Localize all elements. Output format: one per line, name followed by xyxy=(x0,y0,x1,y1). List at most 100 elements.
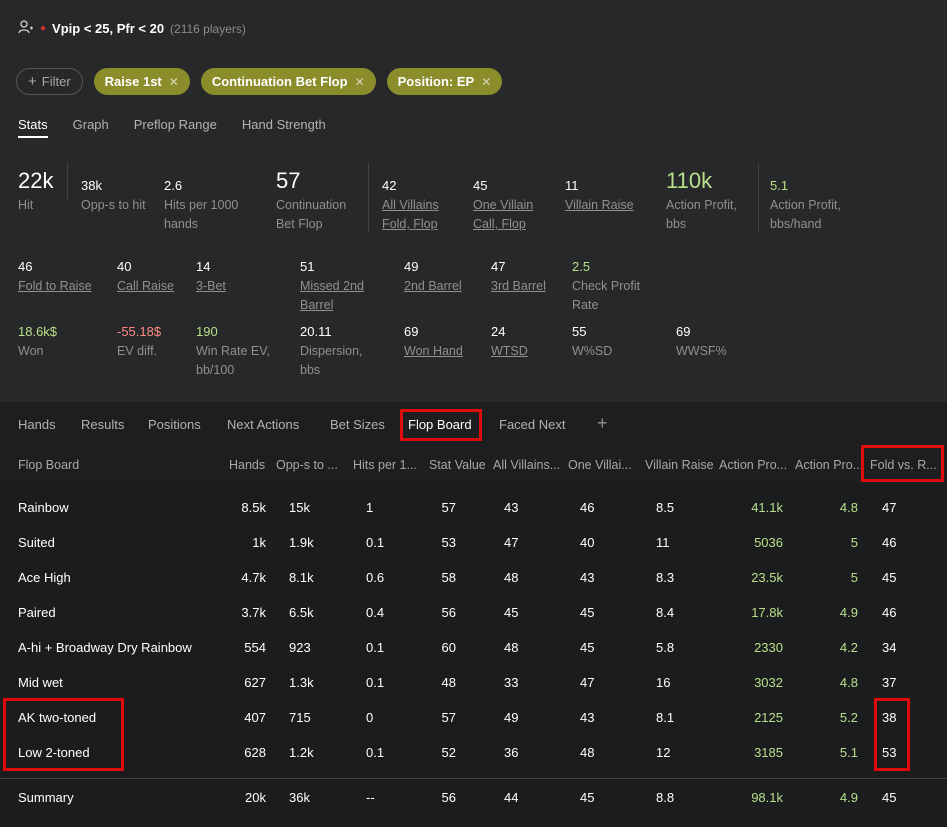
players-icon[interactable] xyxy=(18,20,34,37)
table-row[interactable]: A-hi + Broadway Dry Rainbow 554 923 0.1 60 48… xyxy=(0,630,947,665)
row-label: Suited xyxy=(18,535,55,550)
table-cell: 15k xyxy=(289,500,310,515)
stat-3-bet[interactable]: 14 3-Bet xyxy=(196,259,256,296)
row-label: A-hi + Broadway Dry Rainbow xyxy=(18,640,192,655)
stat-all-villains-fold[interactable]: 42 All Villains Fold, Flop xyxy=(382,178,462,234)
chip-position-ep[interactable]: Position: EP ✕ xyxy=(386,68,503,95)
summary-row[interactable]: Summary 20k 36k -- 56 44 45 8.8 98.1k 4.9 45 xyxy=(0,780,947,815)
table-cell: 8.8 xyxy=(656,790,675,805)
table-cell: 0.6 xyxy=(366,570,385,585)
table-cell: 1.2k xyxy=(289,745,314,760)
tab-hand-strength[interactable]: Hand Strength xyxy=(242,117,326,138)
table-cell: 4.9 xyxy=(839,790,858,805)
table-row[interactable]: Suited 1k 1.9k 0.1 53 47 40 11 5036 5 46 xyxy=(0,525,947,560)
table-cell: 627 xyxy=(244,675,266,690)
tab-positions[interactable]: Positions xyxy=(148,417,201,432)
table-cell: 49 xyxy=(504,710,519,725)
col-one-villain[interactable]: One Villai... xyxy=(568,458,632,472)
stat-ev-diff: -55.18$ EV diff. xyxy=(117,324,162,358)
stat-missed-2nd-barrel[interactable]: 51 Missed 2nd Barrel xyxy=(300,259,380,315)
tab-stats[interactable]: Stats xyxy=(18,117,48,138)
table-cell: 4.2 xyxy=(839,640,858,655)
table-cell: 1.3k xyxy=(289,675,314,690)
tab-next-actions[interactable]: Next Actions xyxy=(227,417,299,432)
table-cell: 554 xyxy=(244,640,266,655)
table-row[interactable]: AK two-toned 407 715 0 57 49 43 8.1 2125 5.2 38 xyxy=(0,700,947,735)
table-cell: 36 xyxy=(504,745,519,760)
tab-faced-next[interactable]: Faced Next xyxy=(499,417,565,432)
table-cell: 1 xyxy=(366,500,374,515)
table-cell: 923 xyxy=(289,640,311,655)
col-hands[interactable]: Hands xyxy=(229,458,265,472)
table-cell: 40 xyxy=(580,535,595,550)
table-cell: 44 xyxy=(504,790,519,805)
table-cell: 2125 xyxy=(754,710,783,725)
table-cell: 43 xyxy=(580,710,595,725)
highlight-box xyxy=(861,445,944,482)
stat-wwsf: 69 WWSF% xyxy=(676,324,727,358)
col-action-profit-hand[interactable]: Action Pro... xyxy=(795,458,863,472)
summary-divider xyxy=(0,778,947,779)
table-cell: 3032 xyxy=(754,675,783,690)
stat-villain-raise[interactable]: 11 Villain Raise xyxy=(565,178,655,215)
table-cell: 0.1 xyxy=(366,640,385,655)
table-cell: 1k xyxy=(252,535,266,550)
stat-3rd-barrel[interactable]: 47 3rd Barrel xyxy=(491,259,566,296)
table-row[interactable]: Low 2-toned 628 1.2k 0.1 52 36 48 12 3185 5.1 53 xyxy=(0,735,947,770)
table-row[interactable]: Ace High 4.7k 8.1k 0.6 58 48 43 8.3 23.5k 5 45 xyxy=(0,560,947,595)
tab-results[interactable]: Results xyxy=(81,417,124,432)
stat-check-profit-rate: 2.5 Check Profit Rate xyxy=(572,259,641,312)
close-icon[interactable]: ✕ xyxy=(169,75,179,89)
tab-hands[interactable]: Hands xyxy=(18,417,56,432)
table-row[interactable]: Mid wet 627 1.3k 0.1 48 33 47 16 3032 4.8 37 xyxy=(0,665,947,700)
col-action-profit[interactable]: Action Pro... xyxy=(719,458,787,472)
stat-wtsd[interactable]: 24 WTSD xyxy=(491,324,566,361)
table-cell: 3.7k xyxy=(241,605,266,620)
status-dot-icon: ● xyxy=(40,23,47,34)
highlight-box xyxy=(874,698,910,771)
stat-fold-to-raise[interactable]: 46 Fold to Raise xyxy=(18,259,103,296)
table-cell: 46 xyxy=(580,500,595,515)
close-icon[interactable]: ✕ xyxy=(481,75,491,89)
stat-opps-to-hit: 38k Opp-s to hit xyxy=(81,178,146,212)
table-cell: 5.2 xyxy=(839,710,858,725)
table-cell: 36k xyxy=(289,790,310,805)
add-filter-button[interactable]: + Filter xyxy=(16,68,83,95)
table-cell: 52 xyxy=(441,745,456,760)
stat-cbet-flop: 57 Continuation Bet Flop xyxy=(276,168,347,231)
table-cell: 20k xyxy=(245,790,266,805)
highlight-box xyxy=(3,698,124,771)
stat-hit: 22k Hit xyxy=(18,168,54,212)
table-cell: 5.1 xyxy=(839,745,858,760)
table-cell: 5 xyxy=(850,570,858,585)
col-stat-value[interactable]: Stat Value xyxy=(429,458,486,472)
tab-graph[interactable]: Graph xyxy=(73,117,109,138)
table-cell: 46 xyxy=(882,535,897,550)
tab-preflop-range[interactable]: Preflop Range xyxy=(134,117,217,138)
stats-tabs: Stats Graph Preflop Range Hand Strength xyxy=(18,117,326,138)
player-count: (2116 players) xyxy=(170,21,246,36)
col-villain-raise[interactable]: Villain Raise xyxy=(645,458,714,472)
table-cell: 8.5 xyxy=(656,500,675,515)
table-cell: 45 xyxy=(882,790,897,805)
col-flop-board[interactable]: Flop Board xyxy=(18,458,79,472)
stat-one-villain-call[interactable]: 45 One Villain Call, Flop xyxy=(473,178,553,234)
table-cell: 48 xyxy=(504,640,519,655)
chip-continuation-bet-flop[interactable]: Continuation Bet Flop ✕ xyxy=(200,68,376,95)
chip-raise-1st[interactable]: Raise 1st ✕ xyxy=(93,68,190,95)
col-hits-per[interactable]: Hits per 1... xyxy=(353,458,417,472)
col-all-villains[interactable]: All Villains... xyxy=(493,458,560,472)
table-row[interactable]: Paired 3.7k 6.5k 0.4 56 45 45 8.4 17.8k 4.9 46 xyxy=(0,595,947,630)
close-icon[interactable]: ✕ xyxy=(355,75,365,89)
stat-2nd-barrel[interactable]: 49 2nd Barrel xyxy=(404,259,479,296)
col-opps[interactable]: Opp-s to ... xyxy=(276,458,338,472)
table-cell: 33 xyxy=(504,675,519,690)
stat-won-hand[interactable]: 69 Won Hand xyxy=(404,324,479,361)
table-cell: 47 xyxy=(882,500,897,515)
segment-title: Vpip < 25, Pfr < 20 xyxy=(52,21,165,36)
add-tab-button[interactable]: + xyxy=(597,413,608,434)
table-row[interactable]: Rainbow 8.5k 15k 1 57 43 46 8.5 41.1k 4.8 47 xyxy=(0,490,947,525)
segment-header: ● Vpip < 25, Pfr < 20 (2116 players) xyxy=(18,20,246,37)
tab-bet-sizes[interactable]: Bet Sizes xyxy=(330,417,385,432)
stat-call-raise[interactable]: 40 Call Raise xyxy=(117,259,192,296)
